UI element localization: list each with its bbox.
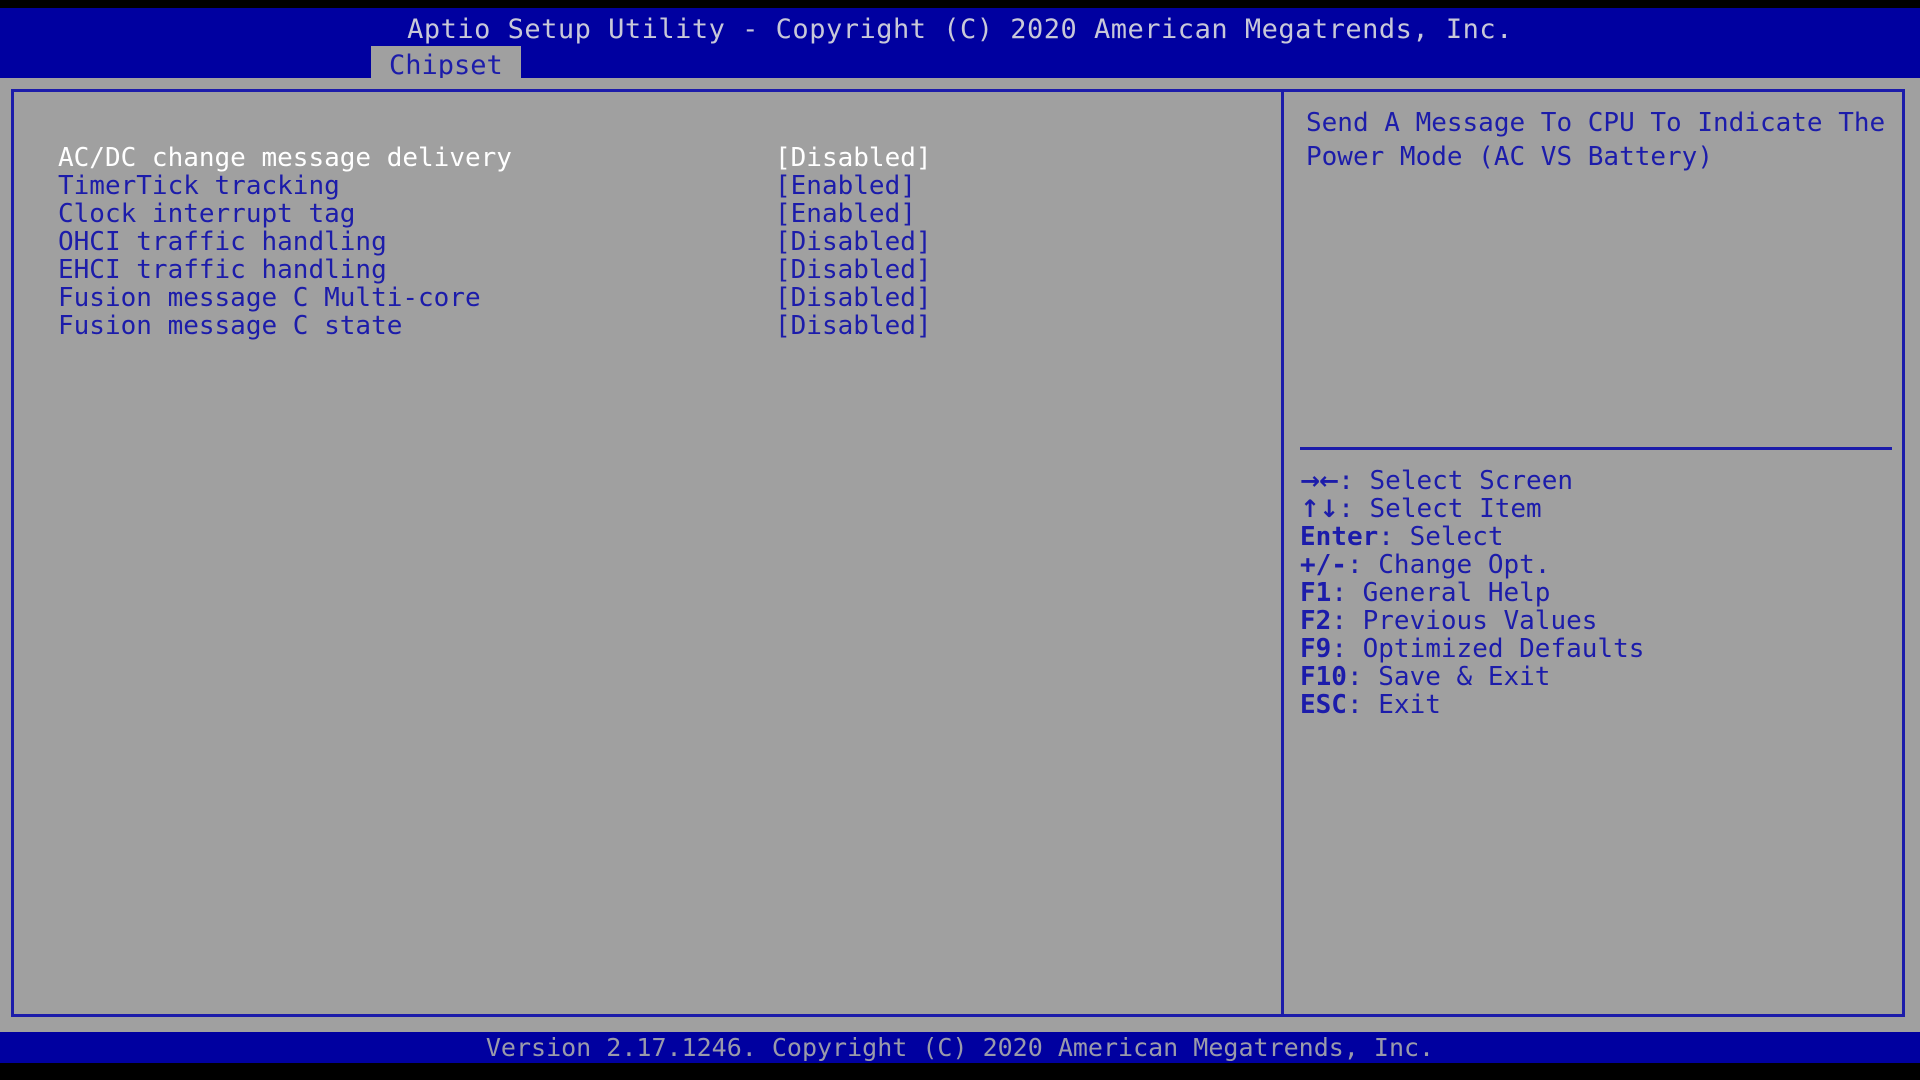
legend-row: F10: Save & Exit — [1300, 663, 1900, 691]
setting-label: TimerTick tracking — [58, 171, 340, 201]
setting-label: Fusion message C state — [58, 311, 403, 341]
legend-action-label: : Save & Exit — [1346, 662, 1551, 692]
help-panel: Send A Message To CPU To Indicate The Po… — [1284, 92, 1908, 1014]
legend-action-label: : General Help — [1331, 578, 1551, 608]
setting-value[interactable]: [Disabled] — [775, 284, 932, 312]
setting-value[interactable]: [Disabled] — [775, 228, 932, 256]
legend-arrow-icon: ↑↓ — [1300, 495, 1339, 523]
legend-key: F1 — [1300, 578, 1332, 608]
setting-label: Clock interrupt tag — [58, 199, 356, 229]
legend-key: Enter — [1300, 522, 1379, 552]
key-legend: →←: Select Screen ↑↓: Select Item Enter: S… — [1300, 467, 1900, 719]
help-separator — [1300, 447, 1892, 450]
legend-row: F1: General Help — [1300, 579, 1900, 607]
content-frame: AC/DC change message delivery [Disabled] T… — [11, 89, 1905, 1017]
setting-value[interactable]: [Disabled] — [775, 312, 932, 340]
legend-action-label: : Select Screen — [1338, 466, 1574, 496]
legend-key: +/- — [1300, 550, 1347, 580]
setting-label: OHCI traffic handling — [58, 227, 387, 257]
legend-action-label: : Select Item — [1338, 494, 1542, 524]
footer-bar: Version 2.17.1246. Copyright (C) 2020 Am… — [0, 1032, 1920, 1063]
setting-label: Fusion message C Multi-core — [58, 283, 481, 313]
setting-row[interactable]: Fusion message C state [Disabled] — [58, 312, 1238, 340]
setting-value[interactable]: [Enabled] — [775, 200, 916, 228]
setting-value[interactable]: [Disabled] — [775, 256, 932, 284]
legend-row: ↑↓: Select Item — [1300, 495, 1900, 523]
setting-value[interactable]: [Disabled] — [775, 144, 932, 172]
legend-row: →←: Select Screen — [1300, 467, 1900, 495]
legend-action-label: : Previous Values — [1331, 606, 1598, 636]
page-title: Aptio Setup Utility - Copyright (C) 2020… — [407, 14, 1513, 45]
legend-key: ESC — [1300, 690, 1347, 720]
bios-setup-screen: Aptio Setup Utility - Copyright (C) 2020… — [0, 0, 1920, 1080]
setting-label: AC/DC change message delivery — [58, 143, 512, 173]
legend-action-label: : Exit — [1346, 690, 1441, 720]
legend-action-label: : Change Opt. — [1346, 550, 1551, 580]
setting-row[interactable]: OHCI traffic handling [Disabled] — [58, 228, 1238, 256]
settings-list: AC/DC change message delivery [Disabled] T… — [14, 92, 1278, 1014]
legend-row: F9: Optimized Defaults — [1300, 635, 1900, 663]
setting-row[interactable]: Clock interrupt tag [Enabled] — [58, 200, 1238, 228]
setting-row[interactable]: AC/DC change message delivery [Disabled] — [58, 144, 1238, 172]
legend-key: F2 — [1300, 606, 1332, 636]
legend-arrow-icon: →← — [1300, 467, 1339, 495]
legend-row: +/-: Change Opt. — [1300, 551, 1900, 579]
legend-row: Enter: Select — [1300, 523, 1900, 551]
setting-row[interactable]: Fusion message C Multi-core [Disabled] — [58, 284, 1238, 312]
legend-action-label: : Select — [1378, 522, 1504, 552]
legend-action-label: : Optimized Defaults — [1331, 634, 1645, 664]
legend-key: F9 — [1300, 634, 1332, 664]
help-description: Send A Message To CPU To Indicate The Po… — [1306, 108, 1901, 172]
version-text: Version 2.17.1246. Copyright (C) 2020 Am… — [485, 1033, 1435, 1062]
legend-key: F10 — [1300, 662, 1347, 692]
setting-row[interactable]: TimerTick tracking [Enabled] — [58, 172, 1238, 200]
setting-label: EHCI traffic handling — [58, 255, 387, 285]
setting-value[interactable]: [Enabled] — [775, 172, 916, 200]
title-bar: Aptio Setup Utility - Copyright (C) 2020… — [0, 8, 1920, 86]
setting-row[interactable]: EHCI traffic handling [Disabled] — [58, 256, 1238, 284]
legend-row: F2: Previous Values — [1300, 607, 1900, 635]
legend-row: ESC: Exit — [1300, 691, 1900, 719]
